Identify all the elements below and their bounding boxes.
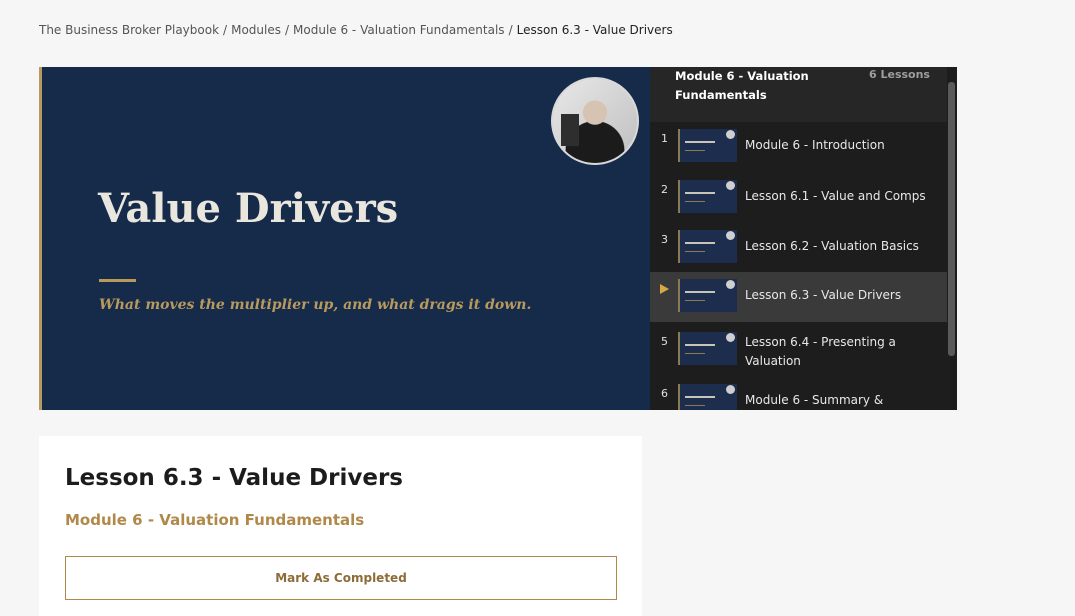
playlist-item-thumbnail [678,279,737,312]
playlist-item-thumbnail [678,230,737,263]
playlist-item-number: 6 [661,387,668,400]
playlist-item-label: Lesson 6.4 - Presenting a Valuation [745,335,896,368]
playlist-title: Module 6 - Valuation Fundamentals [675,69,809,102]
playlist-item-thumbnail [678,129,737,162]
playlist-scrollbar[interactable] [947,67,957,410]
playlist-lesson-count: 6 Lessons [869,68,930,81]
slide-accent-bar [39,67,42,410]
slide-divider [99,279,136,282]
playlist-item-number: 5 [661,335,668,348]
lesson-title: Lesson 6.3 - Value Drivers [65,465,403,491]
playlist-item[interactable]: 6 Module 6 - Summary & Exercises [650,377,947,410]
lesson-info-card: Lesson 6.3 - Value Drivers Module 6 - Va… [39,436,642,616]
playlist-item-thumbnail [678,180,737,213]
lesson-playlist: Module 6 - Valuation Fundamentals 6 Less… [650,67,957,410]
playlist-scrollbar-thumb[interactable] [948,82,955,356]
play-triangle-icon [660,284,669,294]
playlist-item[interactable]: 3 Lesson 6.2 - Valuation Basics [650,223,947,273]
breadcrumb-separator: / [284,23,290,37]
playlist-item-label: Module 6 - Introduction [745,138,885,152]
mark-completed-button[interactable]: Mark As Completed [65,556,617,600]
breadcrumb-separator: / [508,23,513,37]
lesson-module-name: Module 6 - Valuation Fundamentals [65,511,365,529]
breadcrumb-link-course[interactable]: The Business Broker Playbook [39,23,219,37]
playlist-item-number: 2 [661,183,668,196]
playlist-item[interactable]: 5 Lesson 6.4 - Presenting a Valuation [650,325,947,375]
playlist-item-label: Lesson 6.1 - Value and Comps [745,189,926,203]
playlist-item[interactable]: 1 Module 6 - Introduction [650,122,947,172]
playlist-item-active[interactable]: Lesson 6.3 - Value Drivers [650,272,947,322]
video-player[interactable]: Value Drivers What moves the multiplier … [39,67,651,410]
playlist-header: Module 6 - Valuation Fundamentals 6 Less… [650,67,957,122]
breadcrumb: The Business Broker Playbook / Modules / Mod… [39,23,673,37]
playlist-item[interactable]: 2 Lesson 6.1 - Value and Comps [650,173,947,223]
playlist-item-thumbnail [678,384,737,410]
presenter-background [561,114,579,146]
playlist-item-label: Module 6 - Summary & Exercises [745,393,884,407]
slide-subtitle: What moves the multiplier up, and what d… [99,297,532,313]
breadcrumb-link-module[interactable]: Module 6 - Valuation Fundamentals [293,23,505,37]
playlist-item-thumbnail [678,332,737,365]
playlist-item-label: Lesson 6.2 - Valuation Basics [745,239,919,253]
presenter-video-avatar [551,77,639,165]
breadcrumb-link-modules[interactable]: Modules [231,23,281,37]
slide-title: Value Drivers [98,185,399,232]
playlist-item-number: 3 [661,233,668,246]
breadcrumb-separator: / [223,23,228,37]
playlist-item-label: Lesson 6.3 - Value Drivers [745,288,902,302]
breadcrumb-current: Lesson 6.3 - Value Drivers [516,23,673,37]
playlist-item-number: 1 [661,132,668,145]
